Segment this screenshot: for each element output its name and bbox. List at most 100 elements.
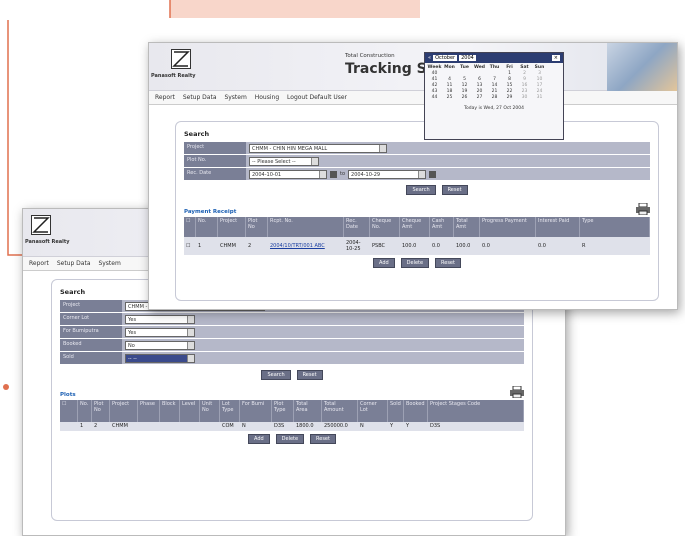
menu-housing[interactable]: Housing	[255, 94, 279, 101]
calendar-day[interactable]	[457, 71, 472, 76]
plots-table-header: ☐ No. Plot No Project Phase Block Level …	[60, 400, 524, 422]
plot-select[interactable]: -- Please Select --	[249, 156, 319, 166]
calendar-day[interactable]: 3	[532, 71, 547, 76]
printer-icon[interactable]	[636, 203, 650, 215]
calendar-day[interactable]: 29	[502, 95, 517, 100]
calendar-day[interactable]: 18	[442, 89, 457, 94]
row-checkbox[interactable]: ☐	[184, 242, 196, 250]
table-cell: 100.0	[456, 243, 471, 249]
date-from-input[interactable]: 2004-10-01	[249, 169, 327, 179]
calendar-day[interactable]: 9	[517, 77, 532, 82]
calendar-header: « October 2004 ×	[425, 53, 563, 63]
calendar-day[interactable]: 21	[487, 89, 502, 94]
back-search-button[interactable]: Search	[261, 370, 291, 380]
select-all-checkbox[interactable]: ☐	[184, 217, 196, 237]
printer-icon[interactable]	[510, 386, 524, 398]
front-window: Panasoft Realty Total Construction Track…	[148, 42, 678, 310]
field-label: Project	[60, 300, 122, 312]
weekday-header: Sat	[520, 65, 529, 70]
back-reset-button[interactable]: Reset	[296, 370, 323, 380]
calendar-day[interactable]: 7	[487, 77, 502, 82]
calendar-day[interactable]: 14	[487, 83, 502, 88]
calendar-day[interactable]: 1	[502, 71, 517, 76]
calendar-day[interactable]: 24	[532, 89, 547, 94]
calendar-day[interactable]: 8	[502, 77, 517, 82]
calendar-year[interactable]: 2004	[459, 55, 476, 61]
back-delete-button[interactable]: Delete	[275, 434, 305, 444]
front-add-button[interactable]: Add	[373, 258, 395, 268]
corner-lot-select[interactable]: Yes	[125, 314, 195, 324]
calendar-day[interactable]	[442, 71, 457, 76]
prev-month-icon[interactable]: «	[428, 55, 431, 61]
calendar-day[interactable]: 30	[517, 95, 532, 100]
calendar-day[interactable]: 23	[517, 89, 532, 94]
back-add-button[interactable]: Add	[248, 434, 270, 444]
menu-system[interactable]: System	[98, 260, 120, 267]
front-search-panel: Search Project CHMM - CHIN HIN MEGA MALL…	[175, 121, 659, 301]
table-cell: Y	[406, 423, 410, 429]
table-cell: D3S	[430, 423, 441, 429]
calendar-day[interactable]: 15	[502, 83, 517, 88]
calendar-day[interactable]: 10	[532, 77, 547, 82]
front-project-select[interactable]: CHMM - CHIN HIN MEGA MALL	[249, 143, 387, 153]
close-icon[interactable]: ×	[551, 55, 560, 61]
menu-system[interactable]: System	[224, 94, 246, 101]
calendar-day[interactable]: 19	[457, 89, 472, 94]
calendar-day[interactable]: 16	[517, 83, 532, 88]
field-label: Plot No.	[184, 155, 246, 167]
menu-logout[interactable]: Logout Default User	[287, 94, 347, 101]
table-cell: N	[242, 423, 246, 429]
field-label: Sold	[60, 352, 122, 364]
table-row[interactable]: ☐ 1 CHMM 2 2004/10/TRT/001 ABC 2004-10-2…	[184, 237, 650, 255]
calendar-day[interactable]	[472, 71, 487, 76]
front-search-button[interactable]: Search	[406, 185, 436, 195]
calendar-from-icon[interactable]	[330, 170, 337, 178]
date-to-input[interactable]: 2004-10-29	[348, 169, 427, 179]
field-label: For Bumiputra	[60, 326, 122, 338]
column-header: Total Amount	[322, 400, 358, 422]
weekday-header: Sun	[534, 65, 545, 70]
front-reset-button[interactable]: Reset	[441, 185, 468, 195]
calendar-day[interactable]: 31	[532, 95, 547, 100]
menu-report[interactable]: Report	[29, 260, 49, 267]
calendar-day[interactable]: 27	[472, 95, 487, 100]
calendar-day[interactable]: 17	[532, 83, 547, 88]
receipt-link[interactable]: 2004/10/TRT/001 ABC	[268, 242, 344, 250]
calendar-day[interactable]: 22	[502, 89, 517, 94]
calendar-day[interactable]: 2	[517, 71, 532, 76]
select-all-checkbox[interactable]: ☐	[60, 400, 78, 422]
field-label: Project	[184, 142, 246, 154]
column-header: Project	[218, 217, 246, 237]
today-label[interactable]: Today is Wed, 27 Oct 2004	[425, 106, 563, 111]
menu-setup-data[interactable]: Setup Data	[183, 94, 217, 101]
menu-setup-data[interactable]: Setup Data	[57, 260, 91, 267]
calendar-day[interactable]: 4	[442, 77, 457, 82]
calendar-day[interactable]: 13	[472, 83, 487, 88]
calendar-day[interactable]: 11	[442, 83, 457, 88]
back-field-sold: Sold -- --	[60, 352, 524, 364]
column-header: For Bumi	[240, 400, 272, 422]
column-header: Lot Type	[220, 400, 240, 422]
calendar-day[interactable]	[487, 71, 502, 76]
calendar-day[interactable]: 12	[457, 83, 472, 88]
sold-select[interactable]: -- --	[125, 353, 195, 363]
bumi-select[interactable]: Yes	[125, 327, 195, 337]
calendar-day[interactable]: 6	[472, 77, 487, 82]
calendar-day[interactable]: 5	[457, 77, 472, 82]
back-reset-row-button[interactable]: Reset	[310, 434, 336, 444]
calendar-day[interactable]: 25	[442, 95, 457, 100]
front-delete-button[interactable]: Delete	[400, 258, 430, 268]
front-menu-bar: Report Setup Data System Housing Logout …	[149, 91, 677, 105]
table-cell: R	[582, 243, 586, 249]
column-header: No.	[78, 400, 92, 422]
front-reset-row-button[interactable]: Reset	[435, 258, 461, 268]
front-field-project: Project CHMM - CHIN HIN MEGA MALL	[184, 142, 650, 154]
table-row[interactable]: 1 2 CHMM COM N D3S 1800.0 250000.0 N Y Y…	[60, 422, 524, 431]
calendar-day[interactable]: 20	[472, 89, 487, 94]
menu-report[interactable]: Report	[155, 94, 175, 101]
booked-select[interactable]: No	[125, 340, 195, 350]
calendar-day[interactable]: 26	[457, 95, 472, 100]
calendar-to-icon[interactable]	[429, 170, 437, 178]
calendar-month[interactable]: October	[433, 55, 458, 61]
calendar-day[interactable]: 28	[487, 95, 502, 100]
